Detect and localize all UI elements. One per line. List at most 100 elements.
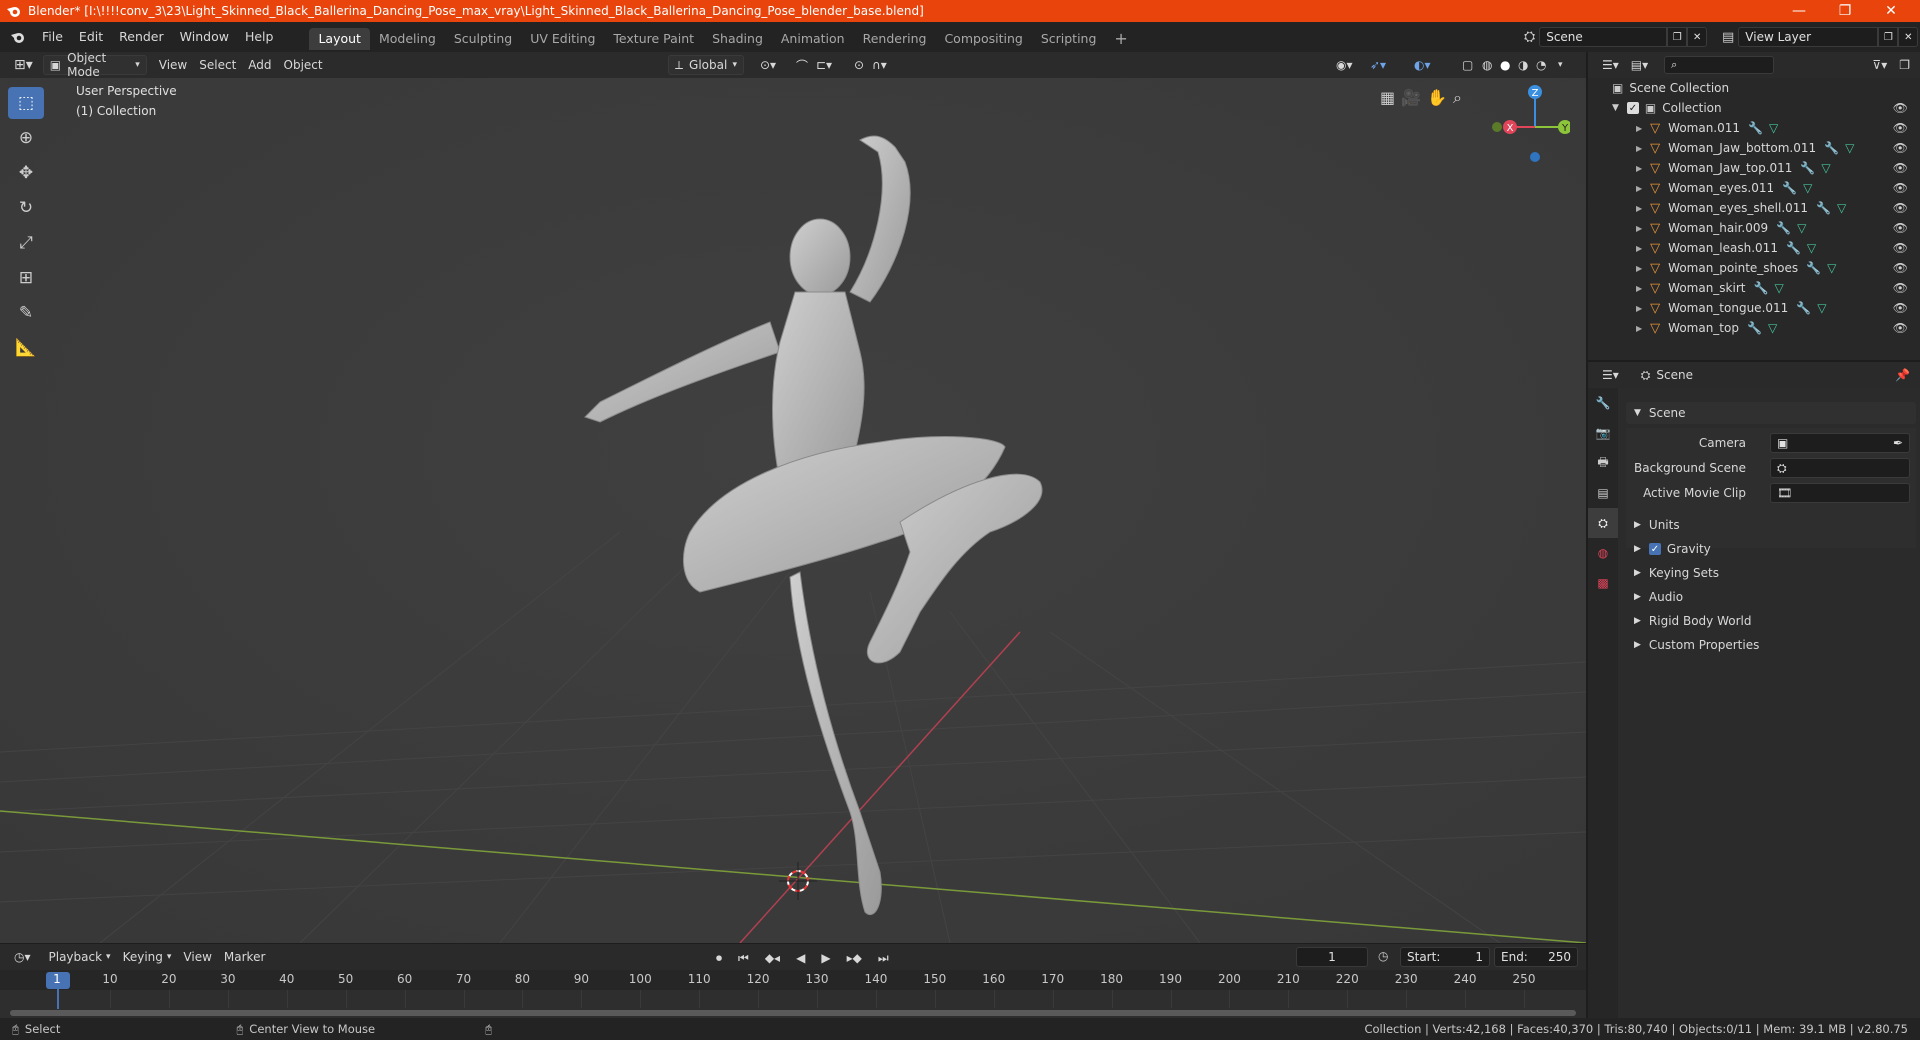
jump-start-icon[interactable]: ⏮ [732,948,755,968]
eye-icon[interactable]: 👁 [1893,101,1908,115]
jump-end-icon[interactable]: ⏭ [872,948,895,968]
tree-row-object[interactable]: ▶ ▽ Woman_skirt 🔧 ▽ 👁 [1588,278,1920,298]
viewlayer-selector[interactable]: ▤ View Layer ❐ ✕ [1722,27,1919,47]
collection-checkbox[interactable]: ✓ [1626,102,1639,114]
pan-hand-icon[interactable]: ✋ [1427,88,1447,108]
minimize-button[interactable]: — [1776,0,1822,22]
render-tab-icon[interactable]: 📷 [1588,418,1618,448]
display-mode-icon[interactable]: ▤▾ [1625,55,1654,75]
camera-field[interactable]: ▣ ✒ [1770,433,1910,453]
scene-tab-icon[interactable]: ⛭ [1588,508,1618,538]
expand-arrow-icon[interactable]: ▶ [1636,324,1642,333]
menu-help[interactable]: Help [237,22,282,52]
add-workspace-button[interactable]: + [1105,28,1136,50]
tree-row-object[interactable]: ▶ ▽ Woman_pointe_shoes 🔧 ▽ 👁 [1588,258,1920,278]
new-scene-icon[interactable]: ❐ [1667,27,1688,47]
tool-tab-icon[interactable]: 🔧 [1588,388,1618,418]
camera-view-icon[interactable]: 🎥 [1401,88,1421,108]
eye-icon[interactable]: 👁 [1893,161,1908,175]
menu-edit[interactable]: Edit [71,22,111,52]
view-layer-tab-icon[interactable]: ▤ [1588,478,1618,508]
tab-shading[interactable]: Shading [703,28,772,50]
texture-tab-icon[interactable]: ▩ [1588,568,1618,598]
tab-sculpting[interactable]: Sculpting [445,28,521,50]
3d-viewport[interactable]: ⊞▾ ▣ Object Mode ▾ View Select Add Object… [0,52,1586,943]
transform-tool-icon[interactable]: ⊞ [8,262,44,294]
tab-animation[interactable]: Animation [772,28,854,50]
rotate-tool-icon[interactable]: ↻ [8,192,44,224]
blender-menu-icon[interactable] [10,29,26,45]
new-collection-icon[interactable]: ❐ [1893,55,1916,75]
outliner-search-input[interactable]: ⌕ [1664,56,1775,74]
editor-type-icon[interactable]: ⊞▾ [8,55,39,75]
start-frame-field[interactable]: Start: 1 [1400,947,1490,967]
timeline-menu-marker[interactable]: Marker [218,947,271,967]
timeline-menu-view[interactable]: View [177,947,217,967]
tree-row-scene-collection[interactable]: ▣ Scene Collection [1588,78,1920,98]
annotate-tool-icon[interactable]: ✎ [8,297,44,329]
expand-arrow-icon[interactable]: ▼ [1612,103,1619,113]
units-section[interactable]: ▶ Units [1626,514,1916,536]
tab-rendering[interactable]: Rendering [854,28,936,50]
measure-tool-icon[interactable]: 📐 [8,332,44,364]
background-scene-field[interactable]: ⛭ [1770,458,1910,478]
viewport-menu-select[interactable]: Select [193,55,242,75]
custom-properties-section[interactable]: ▶ Custom Properties [1626,634,1916,656]
expand-arrow-icon[interactable]: ▶ [1636,144,1642,153]
tab-layout[interactable]: Layout [309,28,370,50]
play-reverse-icon[interactable]: ◀ [790,948,811,968]
outliner-editor-icon[interactable]: ☰▾ [1596,55,1625,75]
delete-viewlayer-icon[interactable]: ✕ [1898,27,1919,47]
scene-name-field[interactable]: Scene [1539,27,1668,47]
gizmo-toggle-icon[interactable]: ➶▾ [1364,55,1392,75]
filter-icon[interactable]: ⊽▾ [1866,55,1893,75]
play-icon[interactable]: ▶ [815,948,836,968]
eye-icon[interactable]: 👁 [1893,321,1908,335]
toggle-grid-icon[interactable]: ▦ [1380,88,1395,108]
close-window-button[interactable]: ✕ [1868,0,1914,22]
gravity-section[interactable]: ▶ ✓ Gravity [1626,538,1916,560]
eye-icon[interactable]: 👁 [1893,141,1908,155]
expand-arrow-icon[interactable]: ▶ [1636,264,1642,273]
eye-icon[interactable]: 👁 [1893,201,1908,215]
tree-row-object[interactable]: ▶ ▽ Woman_leash.011 🔧 ▽ 👁 [1588,238,1920,258]
expand-arrow-icon[interactable]: ▶ [1636,124,1642,133]
menu-file[interactable]: File [34,22,71,52]
scale-tool-icon[interactable]: ⤢ [8,227,44,259]
scene-selector[interactable]: ⛭ Scene ❐ ✕ [1524,27,1708,47]
overlay-toggle-icon[interactable]: ◐▾ [1408,55,1437,75]
pin-icon[interactable]: 📌 [1895,368,1910,382]
preview-range-icon[interactable]: ◷ [1378,949,1388,963]
prev-keyframe-icon[interactable]: ◆◂ [759,948,786,968]
tree-row-collection[interactable]: ▼ ✓ ▣ Collection 👁 [1588,98,1920,118]
viewport-menu-view[interactable]: View [153,55,193,75]
audio-section[interactable]: ▶ Audio [1626,586,1916,608]
expand-arrow-icon[interactable]: ▶ [1636,284,1642,293]
tab-scripting[interactable]: Scripting [1032,28,1106,50]
record-icon[interactable]: ⏺ [710,948,728,968]
tree-row-object[interactable]: ▶ ▽ Woman_Jaw_bottom.011 🔧 ▽ 👁 [1588,138,1920,158]
timeline-editor-icon[interactable]: ◷▾ [8,947,37,967]
eyedropper-icon[interactable]: ✒ [1893,436,1903,450]
eye-icon[interactable]: 👁 [1893,181,1908,195]
tree-row-object[interactable]: ▶ ▽ Woman.011 🔧 ▽ 👁 [1588,118,1920,138]
next-keyframe-icon[interactable]: ▸◆ [841,948,868,968]
output-tab-icon[interactable]: 🖶 [1588,448,1618,478]
properties-editor-icon[interactable]: ☰▾ [1596,365,1625,385]
expand-arrow-icon[interactable]: ▶ [1636,224,1642,233]
cursor-tool-icon[interactable]: ⊕ [8,122,44,154]
keying-sets-section[interactable]: ▶ Keying Sets [1626,562,1916,584]
gravity-checkbox[interactable]: ✓ [1648,543,1661,555]
mode-selector[interactable]: ▣ Object Mode ▾ [42,52,147,79]
restore-button[interactable]: ❐ [1822,0,1868,22]
rendered-shading-icon[interactable]: ◔ [1530,55,1552,75]
eye-icon[interactable]: 👁 [1893,281,1908,295]
eye-icon[interactable]: 👁 [1893,241,1908,255]
tree-row-object[interactable]: ▶ ▽ Woman_top 🔧 ▽ 👁 [1588,318,1920,338]
world-tab-icon[interactable]: ◍ [1588,538,1618,568]
pivot-point-icon[interactable]: ⊙▾ [754,55,782,75]
viewport-menu-add[interactable]: Add [242,55,277,75]
expand-arrow-icon[interactable]: ▶ [1636,164,1642,173]
menu-render[interactable]: Render [111,22,172,52]
eye-icon[interactable]: 👁 [1893,261,1908,275]
